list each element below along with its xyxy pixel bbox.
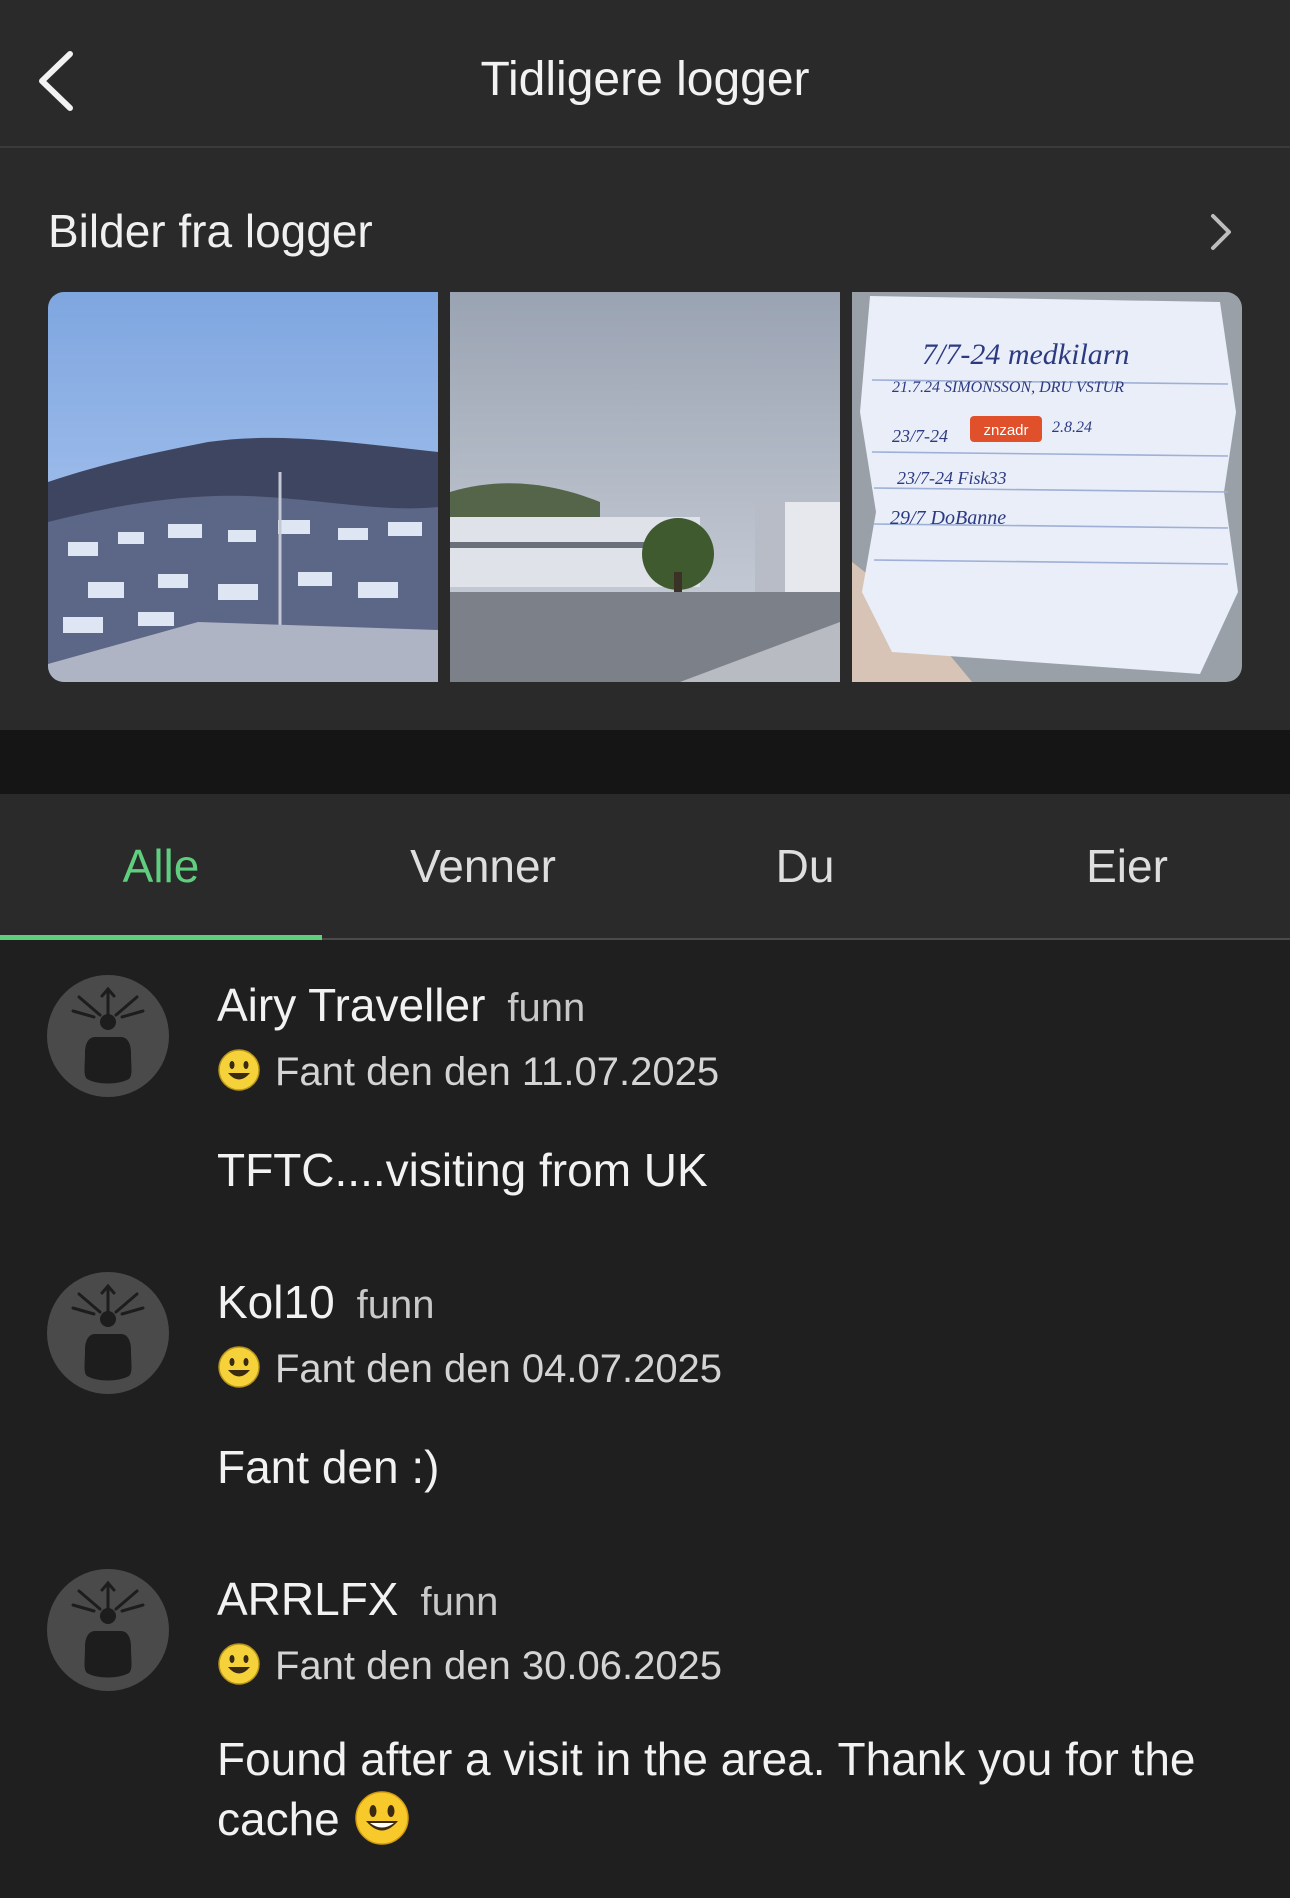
logbook-paper-photo[interactable]: 7/7-24 medkilarn 21.7.24 SIMONSSON, DRU … (852, 292, 1242, 682)
log-author[interactable]: Kol10 funn (217, 1275, 435, 1329)
log-date: Fant den den 04.07.2025 (275, 1347, 723, 1391)
log-date: Fant den den 11.07.2025 (275, 1050, 720, 1094)
found-smiley-icon (218, 1049, 260, 1092)
default-avatar-icon (71, 1283, 145, 1381)
active-tab-indicator (0, 935, 322, 940)
log-photos-title: Bilder fra logger (48, 205, 373, 257)
tab-venner[interactable]: Venner (322, 794, 644, 938)
svg-text:21.7.24 SIMONSSON, DRU VSTUR: 21.7.24 SIMONSSON, DRU VSTUR (892, 379, 1124, 396)
username: Airy Traveller (217, 979, 486, 1031)
svg-text:2.8.24: 2.8.24 (1052, 419, 1092, 436)
log-status: Fant den den 30.06.2025 (217, 1643, 723, 1689)
tab-label: Venner (410, 840, 556, 892)
tab-du[interactable]: Du (644, 794, 966, 938)
log-type: funn (356, 1283, 435, 1327)
default-avatar-icon (71, 986, 145, 1084)
avatar[interactable] (47, 1272, 169, 1394)
found-smiley-icon (218, 1346, 260, 1389)
log-date: Fant den den 30.06.2025 (275, 1644, 723, 1688)
log-text-container: Found after a visit in the area. Thank y… (217, 1729, 1227, 1849)
log-type: funn (507, 986, 586, 1030)
tab-label: Eier (1086, 840, 1168, 892)
tab-label: Du (775, 840, 835, 892)
tab-alle[interactable]: Alle (0, 794, 322, 940)
username: Kol10 (217, 1276, 335, 1328)
log-filter-tabs: Alle Venner Du Eier (0, 794, 1290, 940)
log-author[interactable]: Airy Traveller funn (217, 978, 585, 1032)
section-divider (0, 730, 1290, 794)
svg-text:29/7 DoBanne: 29/7 DoBanne (890, 507, 1006, 529)
log-photos-header[interactable]: Bilder fra logger (48, 196, 1250, 266)
tab-eier[interactable]: Eier (966, 794, 1288, 938)
chevron-right-icon (1211, 214, 1231, 250)
log-type: funn (420, 1580, 499, 1624)
log-text: Fant den :) (217, 1441, 440, 1493)
svg-text:znzadr: znzadr (983, 422, 1028, 439)
page-title: Tidligere logger (480, 53, 810, 106)
svg-text:7/7-24 medkilarn: 7/7-24 medkilarn (922, 338, 1129, 371)
log-text: TFTC....visiting from UK (217, 1144, 708, 1196)
username: ARRLFX (217, 1573, 399, 1625)
svg-text:23/7-24: 23/7-24 (892, 426, 948, 446)
log-photos-section: Bilder fra logger 7/7-24 medkilarn 21.7.… (0, 148, 1290, 730)
found-smiley-icon (218, 1643, 260, 1686)
default-avatar-icon (71, 1580, 145, 1678)
log-status: Fant den den 04.07.2025 (217, 1346, 723, 1392)
log-status: Fant den den 11.07.2025 (217, 1049, 720, 1095)
log-author[interactable]: ARRLFX funn (217, 1572, 498, 1626)
avatar[interactable] (47, 975, 169, 1097)
snowy-hillside-photo[interactable] (48, 292, 438, 682)
avatar[interactable] (47, 1569, 169, 1691)
svg-text:23/7-24 Fisk33: 23/7-24 Fisk33 (897, 468, 1007, 488)
top-bar: Tidligere logger (0, 0, 1290, 148)
industrial-building-photo[interactable] (450, 292, 840, 682)
smiling-face-emoji-icon (355, 1791, 409, 1845)
tab-label: Alle (122, 840, 200, 892)
